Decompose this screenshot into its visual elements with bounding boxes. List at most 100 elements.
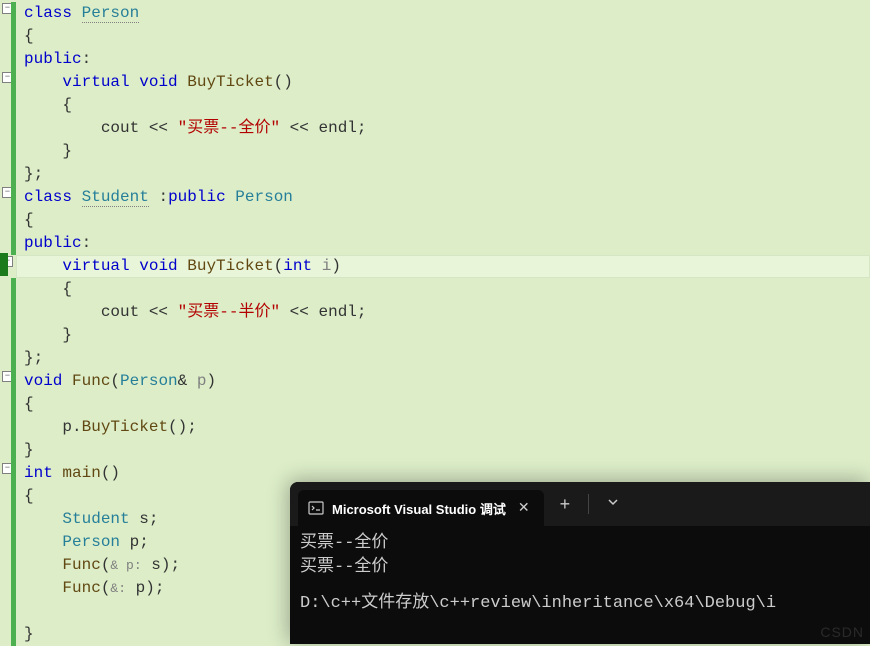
keyword: void <box>139 257 177 275</box>
rparen: ); <box>145 579 164 597</box>
keyword: class <box>24 188 72 206</box>
code-line[interactable]: } <box>16 324 870 347</box>
code-line[interactable]: public: <box>16 232 870 255</box>
change-marker <box>11 2 16 25</box>
code-line[interactable]: −class Student :public Person <box>16 186 870 209</box>
brace: { <box>62 96 72 114</box>
terminal-output[interactable]: 买票--全价 买票--全价 D:\c++文件存放\c++review\inher… <box>290 526 870 622</box>
code-line[interactable]: { <box>16 278 870 301</box>
string-literal: "买票--全价" <box>178 119 280 137</box>
tab-title: Microsoft Visual Studio 调试 <box>332 499 506 518</box>
change-marker <box>11 278 16 301</box>
operator: << <box>149 303 168 321</box>
output-line: D:\c++文件存放\c++review\inheritance\x64\Deb… <box>300 592 860 616</box>
rparen: ) <box>331 257 341 275</box>
ampersand: & <box>178 372 188 390</box>
identifier: s <box>151 556 161 574</box>
output-line: 买票--全价 <box>300 556 860 580</box>
code-line[interactable]: cout << "买票--全价" << endl; <box>16 117 870 140</box>
colon: : <box>158 188 168 206</box>
parens: () <box>274 73 293 91</box>
change-marker <box>11 301 16 324</box>
change-marker <box>11 94 16 117</box>
output-line: 买票--全价 <box>300 532 860 556</box>
change-marker <box>11 439 16 462</box>
terminal-titlebar[interactable]: Microsoft Visual Studio 调试 ✕ + <box>290 482 870 526</box>
identifier: cout <box>101 303 139 321</box>
change-marker <box>11 554 16 577</box>
semicolon: ; <box>357 303 367 321</box>
divider <box>588 494 589 514</box>
change-marker <box>11 370 16 393</box>
change-marker <box>11 48 16 71</box>
identifier: p <box>62 418 72 436</box>
keyword: virtual <box>62 257 129 275</box>
code-line[interactable]: { <box>16 25 870 48</box>
function-name: main <box>62 464 100 482</box>
close-brace: }; <box>24 349 43 367</box>
code-line[interactable]: cout << "买票--半价" << endl; <box>16 301 870 324</box>
code-line[interactable]: { <box>16 393 870 416</box>
type-name: Person <box>120 372 178 390</box>
terminal-icon <box>308 500 324 516</box>
change-marker <box>11 600 16 623</box>
brace: { <box>24 27 34 45</box>
change-marker <box>11 25 16 48</box>
code-line-active[interactable]: − virtual void BuyTicket(int i) <box>16 255 870 278</box>
close-icon[interactable]: ✕ <box>514 498 534 519</box>
identifier: cout <box>101 119 139 137</box>
brace: { <box>62 280 72 298</box>
code-line[interactable]: } <box>16 140 870 163</box>
inlay-hint: &: <box>110 581 126 596</box>
change-marker <box>11 140 16 163</box>
change-marker <box>11 531 16 554</box>
semicolon: ; <box>357 119 367 137</box>
change-marker <box>11 163 16 186</box>
lparen: ( <box>101 556 111 574</box>
code-line[interactable]: { <box>16 209 870 232</box>
keyword: public <box>168 188 226 206</box>
brace: } <box>62 326 72 344</box>
cursor-marker <box>0 253 8 276</box>
code-line[interactable]: }; <box>16 163 870 186</box>
code-line[interactable]: p.BuyTicket(); <box>16 416 870 439</box>
brace: } <box>62 142 72 160</box>
type-name: Person <box>82 4 140 23</box>
change-marker <box>11 577 16 600</box>
brace: { <box>24 395 34 413</box>
keyword: class <box>24 4 72 22</box>
string-literal: "买票--半价" <box>178 303 280 321</box>
colon: : <box>82 50 92 68</box>
type-name: Person <box>62 533 120 551</box>
new-tab-button[interactable]: + <box>550 488 581 521</box>
change-marker <box>11 71 16 94</box>
keyword: virtual <box>62 73 129 91</box>
close-brace: }; <box>24 165 43 183</box>
change-marker <box>11 209 16 232</box>
inlay-hint: & p: <box>110 558 141 573</box>
watermark: CSDN <box>820 624 864 640</box>
change-marker <box>11 186 16 209</box>
code-line[interactable]: } <box>16 439 870 462</box>
code-line[interactable]: { <box>16 94 870 117</box>
function-name: Func <box>62 579 100 597</box>
change-marker <box>11 393 16 416</box>
code-line[interactable]: −class Person <box>16 2 870 25</box>
code-line[interactable]: }; <box>16 347 870 370</box>
dropdown-button[interactable] <box>597 489 629 519</box>
rparen: ); <box>161 556 180 574</box>
change-marker <box>11 623 16 646</box>
brace: { <box>24 487 34 505</box>
lparen: ( <box>101 579 111 597</box>
terminal-tab[interactable]: Microsoft Visual Studio 调试 ✕ <box>298 490 544 526</box>
brace: } <box>24 625 34 643</box>
code-line[interactable]: − virtual void BuyTicket() <box>16 71 870 94</box>
terminal-window[interactable]: Microsoft Visual Studio 调试 ✕ + 买票--全价 买票… <box>290 482 870 644</box>
brace: } <box>24 441 34 459</box>
parameter: i <box>322 257 332 275</box>
keyword: public <box>24 234 82 252</box>
keyword: void <box>139 73 177 91</box>
function-name: BuyTicket <box>187 257 273 275</box>
code-line[interactable]: −void Func(Person& p) <box>16 370 870 393</box>
code-line[interactable]: public: <box>16 48 870 71</box>
